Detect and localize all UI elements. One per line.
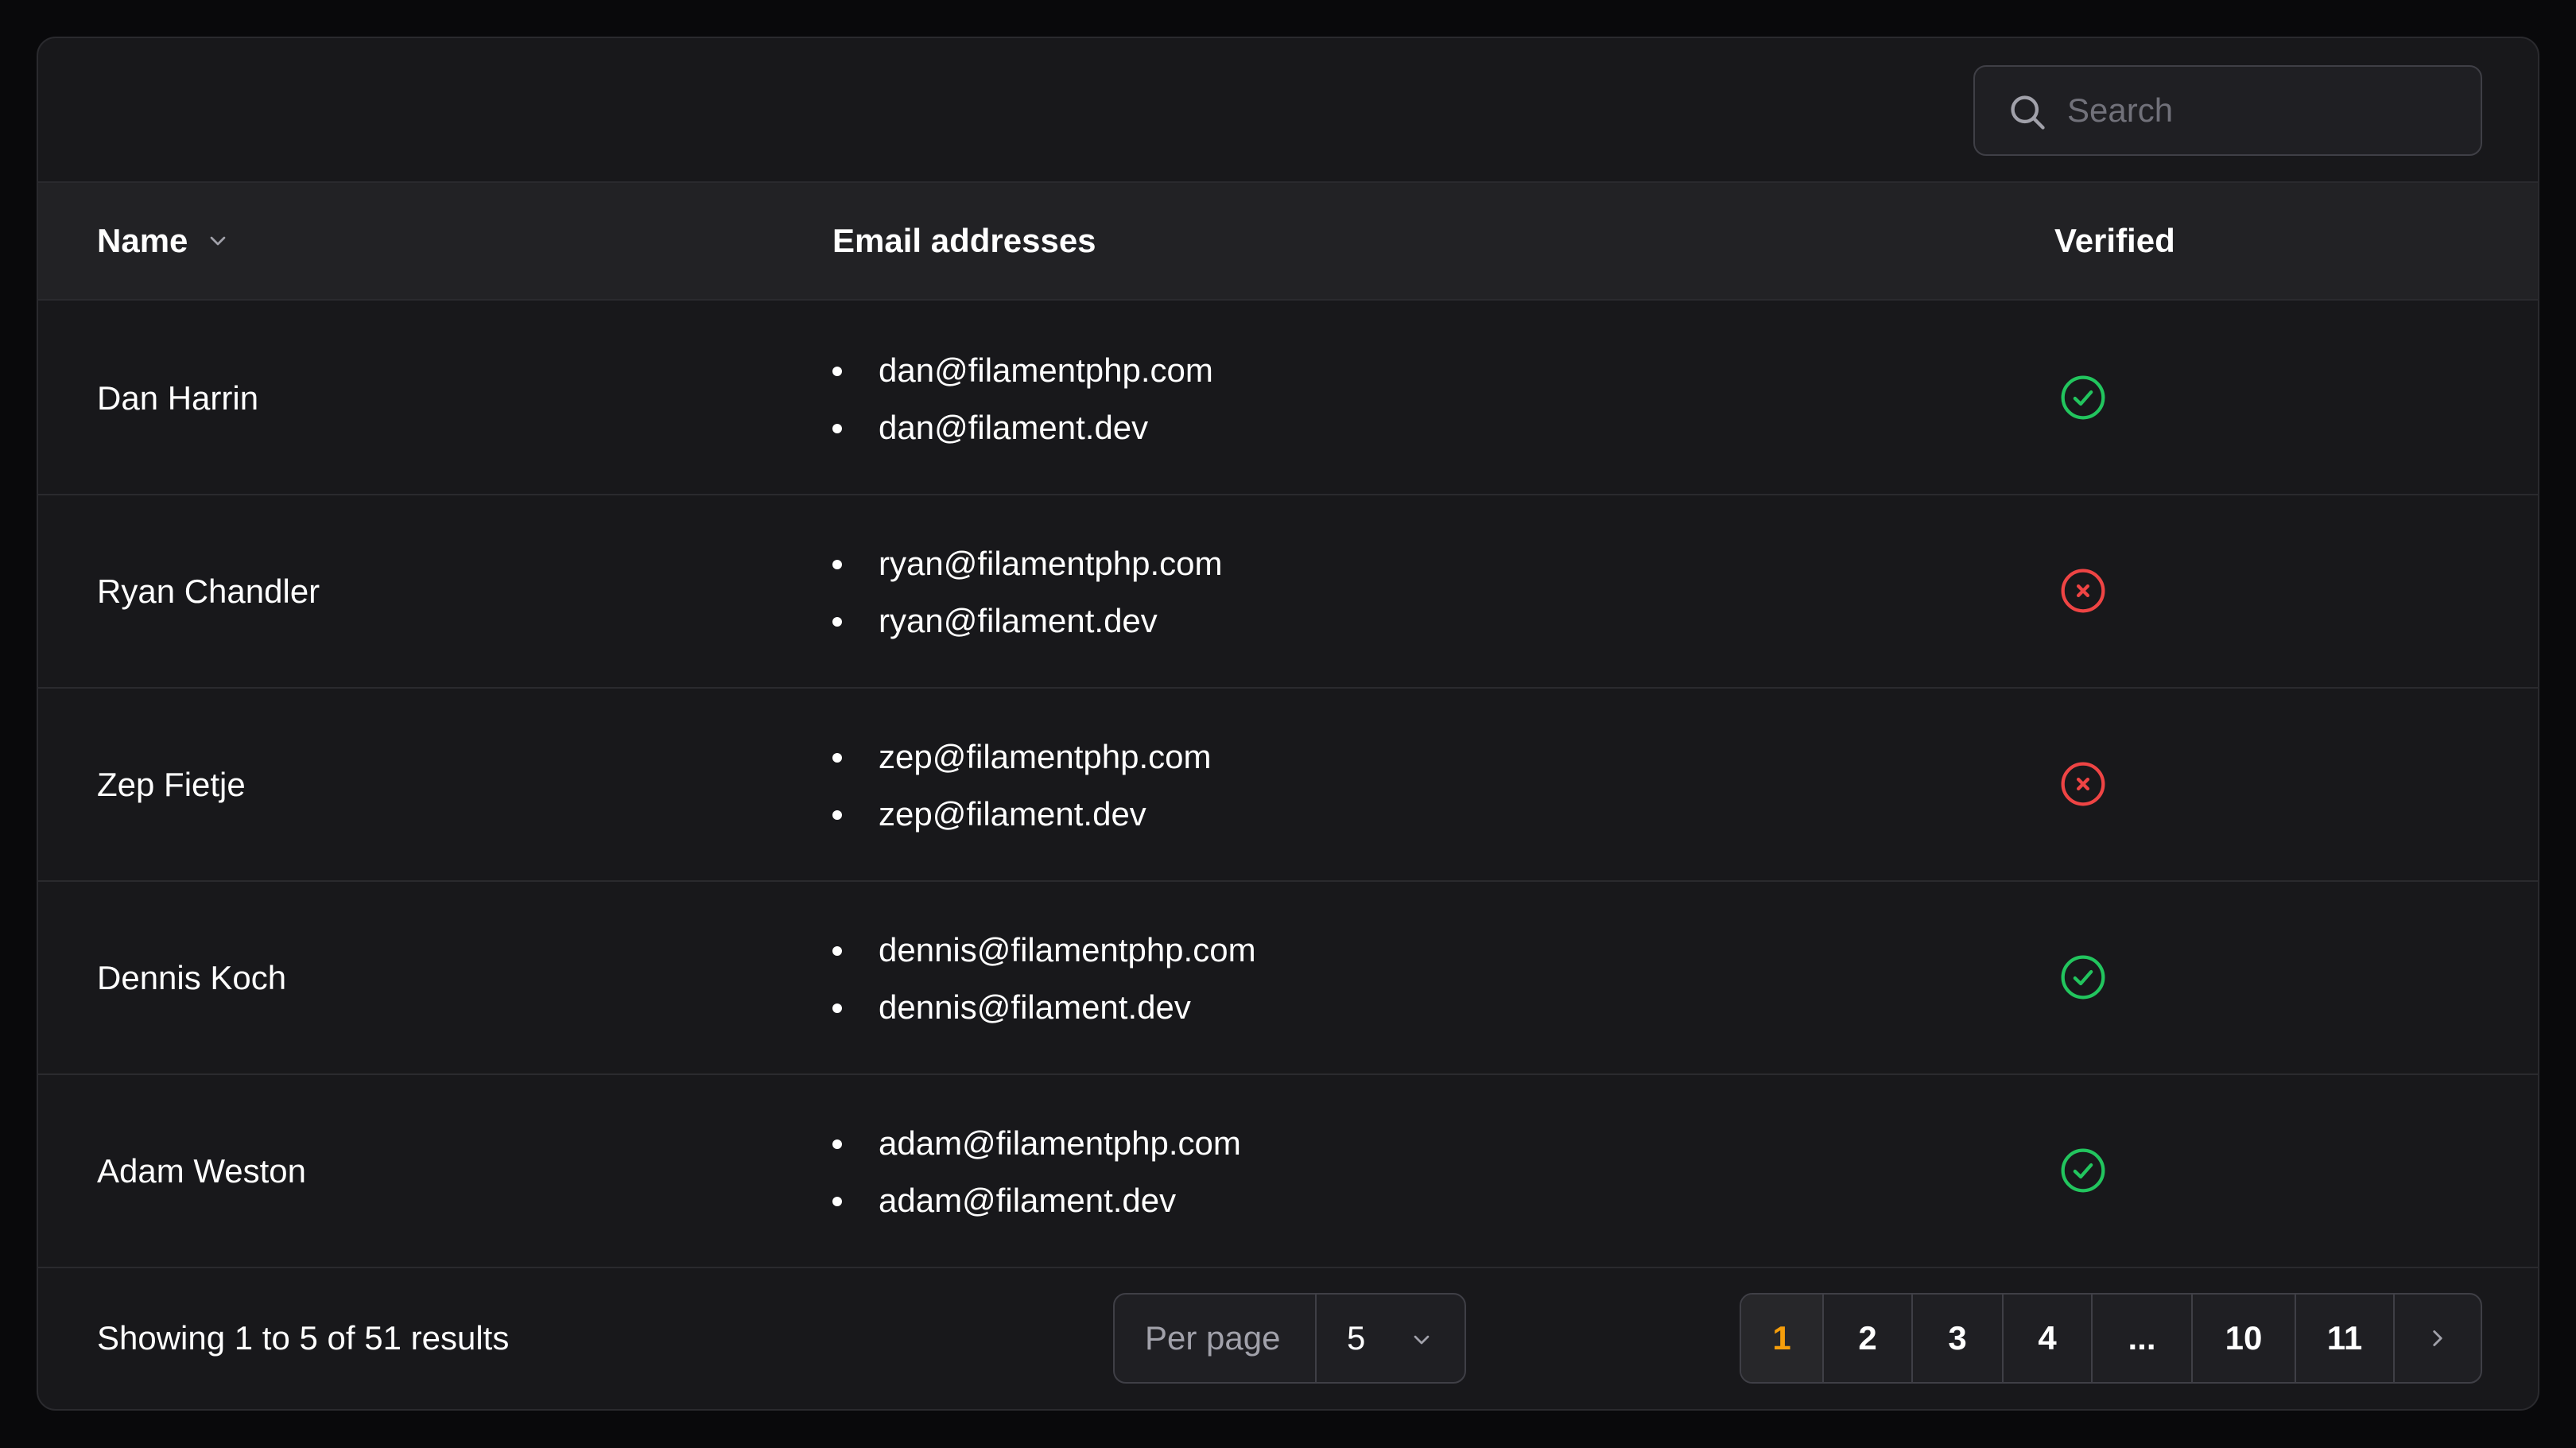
chevron-down-icon: [1414, 1335, 1430, 1345]
column-header-name-label: Name: [97, 222, 188, 259]
table-header: Name Email addresses Verified: [38, 183, 2538, 301]
column-header-verified: Verified: [2054, 222, 2175, 259]
page-button[interactable]: 1: [1741, 1295, 1824, 1382]
table-row: Dennis Koch dennis@filamentphp.com dennis@…: [38, 882, 2538, 1075]
cell-email-list: dan@filamentphp.com dan@filament.dev: [832, 342, 1213, 456]
table-row: Adam Weston adam@filamentphp.com adam@fila…: [38, 1075, 2538, 1268]
page-button[interactable]: 2: [1824, 1295, 1913, 1382]
check-circle-icon: [2058, 372, 2109, 423]
page-button[interactable]: 3: [1913, 1295, 2004, 1382]
cell-name: Zep Fietje: [97, 766, 246, 803]
x-circle-icon: [2058, 565, 2109, 616]
chevron-right-icon: [2433, 1330, 2442, 1346]
email-item: zep@filament.dev: [832, 786, 1212, 843]
cell-name: Dan Harrin: [97, 379, 259, 417]
search-field[interactable]: [1973, 65, 2482, 156]
page-button[interactable]: 10: [2193, 1295, 2296, 1382]
email-item: ryan@filamentphp.com: [832, 535, 1223, 592]
next-page-button[interactable]: [2395, 1295, 2481, 1382]
email-item: dennis@filament.dev: [832, 979, 1256, 1036]
x-circle-icon: [2058, 759, 2109, 809]
email-item: zep@filamentphp.com: [832, 728, 1212, 786]
email-item: adam@filamentphp.com: [832, 1115, 1241, 1172]
table-row: Zep Fietje zep@filamentphp.com zep@filamen…: [38, 689, 2538, 882]
cell-name: Adam Weston: [97, 1152, 307, 1190]
email-item: adam@filament.dev: [832, 1172, 1241, 1229]
page-button[interactable]: 4: [2004, 1295, 2093, 1382]
per-page-select[interactable]: 5: [1317, 1295, 1465, 1382]
cell-email-list: adam@filamentphp.com adam@filament.dev: [832, 1115, 1241, 1229]
cell-email-list: zep@filamentphp.com zep@filament.dev: [832, 728, 1212, 843]
check-circle-icon: [2058, 952, 2109, 1003]
check-circle-icon: [2058, 1145, 2109, 1196]
column-header-email: Email addresses: [832, 222, 1096, 259]
pagination: 1 2 3 4... 10 11: [1740, 1293, 2482, 1384]
table-toolbar: [38, 38, 2538, 183]
search-icon: [2011, 95, 2045, 130]
table-footer: Showing 1 to 5 of 51 results Per page 5 …: [38, 1266, 2538, 1409]
table-row: Ryan Chandler ryan@filamentphp.com ryan@fi…: [38, 495, 2538, 689]
cell-name: Dennis Koch: [97, 959, 287, 996]
per-page-control[interactable]: Per page 5: [1113, 1293, 1466, 1384]
email-item: dan@filament.dev: [832, 399, 1213, 456]
cell-email-list: ryan@filamentphp.com ryan@filament.dev: [832, 535, 1223, 650]
table-card: Name Email addresses Verified Dan Harrin…: [37, 37, 2539, 1411]
column-header-name[interactable]: Name: [97, 183, 231, 299]
chevron-down-icon[interactable]: [205, 228, 231, 254]
per-page-label: Per page: [1115, 1295, 1317, 1382]
email-item: ryan@filament.dev: [832, 592, 1223, 650]
results-summary: Showing 1 to 5 of 51 results: [97, 1319, 510, 1357]
cell-name: Ryan Chandler: [97, 573, 320, 610]
email-item: dennis@filamentphp.com: [832, 922, 1256, 979]
email-item: dan@filamentphp.com: [832, 342, 1213, 399]
per-page-value: 5: [1347, 1319, 1366, 1357]
pagination-ellipsis: ...: [2093, 1295, 2193, 1382]
table-row: Dan Harrin dan@filamentphp.com dan@filamen…: [38, 302, 2538, 495]
search-input[interactable]: [2066, 67, 2463, 154]
cell-email-list: dennis@filamentphp.com dennis@filament.de…: [832, 922, 1256, 1036]
page-button[interactable]: 11: [2296, 1295, 2395, 1382]
